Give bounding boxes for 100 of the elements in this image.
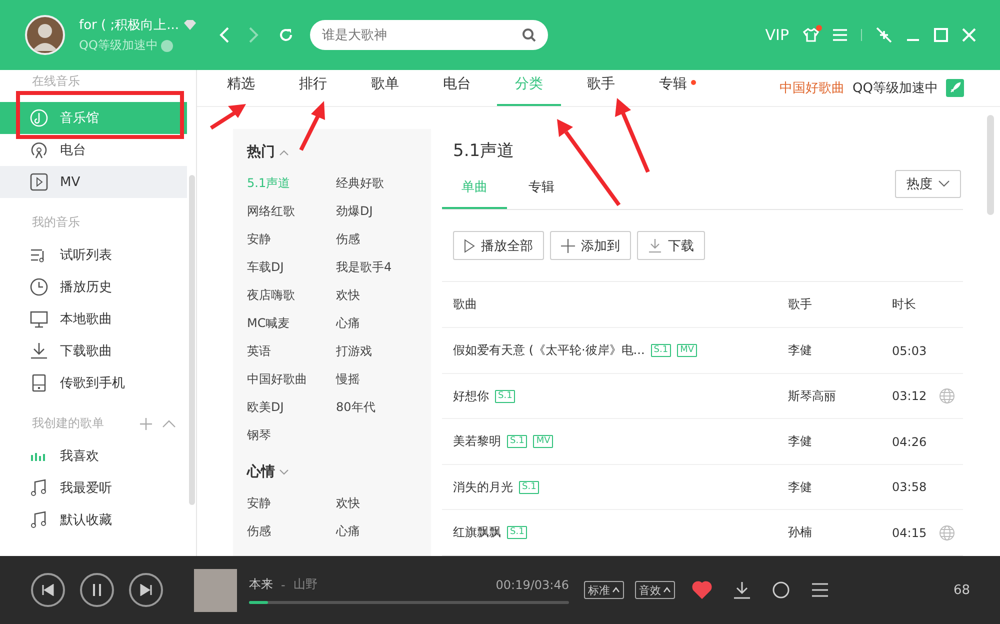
song-title[interactable]: 消失的月光 [453, 478, 513, 496]
annotation-arrow [210, 104, 246, 130]
category-heading[interactable]: 心情 [247, 463, 275, 481]
song-duration: 05:03 [892, 344, 927, 358]
sidebar-item[interactable]: 本地歌曲 [0, 303, 187, 335]
category-link[interactable]: 欧美DJ [247, 398, 284, 416]
category-link[interactable]: 安静 [247, 230, 271, 248]
category-link[interactable]: 英语 [247, 342, 271, 360]
song-title[interactable]: 本来 [249, 576, 273, 593]
category-link[interactable]: 心痛 [336, 314, 360, 332]
nav-tab[interactable]: 歌单 [353, 70, 417, 106]
pause-button[interactable] [80, 573, 114, 607]
search-field[interactable]: 谁是大歌神 [310, 20, 548, 50]
playlist-icon[interactable] [811, 582, 829, 598]
quality-tag: MV [533, 435, 554, 448]
scrollbar[interactable] [189, 175, 195, 505]
chevron-down-icon[interactable] [279, 468, 289, 476]
search-icon[interactable] [522, 28, 536, 42]
add-icon[interactable] [140, 418, 152, 430]
action-button[interactable]: 添加到 [550, 231, 631, 260]
clock-icon [30, 278, 48, 296]
download-icon [30, 342, 48, 360]
sub-tab[interactable]: 专辑 [509, 169, 574, 209]
next-button[interactable] [129, 573, 163, 607]
category-link[interactable]: 80年代 [336, 398, 376, 416]
song-title[interactable]: 好想你 [453, 388, 489, 405]
maximize-icon[interactable] [934, 28, 948, 42]
sidebar-item[interactable]: 试听列表 [0, 239, 187, 271]
category-heading[interactable]: 热门 [247, 143, 275, 161]
category-link[interactable]: 伤感 [336, 230, 360, 248]
category-link[interactable]: 打游戏 [336, 342, 372, 360]
singer-name[interactable]: 斯琴高丽 [788, 388, 892, 405]
play-icon [464, 238, 475, 252]
sidebar-item[interactable]: 默认收藏 [0, 504, 187, 536]
previous-button[interactable] [31, 573, 65, 607]
sidebar-item[interactable]: 电台 [0, 134, 187, 166]
category-link[interactable]: 钢琴 [247, 426, 271, 444]
download-icon[interactable] [733, 581, 751, 599]
speed-link[interactable]: QQ等级加速中 [852, 79, 938, 97]
chevron-up-icon[interactable] [279, 148, 289, 156]
music-note-circle-icon [30, 109, 48, 127]
category-link[interactable]: 夜店嗨歌 [247, 286, 295, 304]
category-link[interactable]: 心痛 [336, 522, 360, 540]
device-icon [30, 374, 48, 392]
heart-icon[interactable] [692, 581, 712, 599]
playlist-count[interactable]: 68 [953, 582, 970, 598]
category-link[interactable]: 经典好歌 [336, 174, 384, 192]
close-icon[interactable] [962, 28, 976, 42]
monitor-icon [30, 310, 48, 328]
comment-icon[interactable] [772, 581, 790, 599]
collapse-icon[interactable] [162, 418, 176, 428]
sidebar-item[interactable]: 传歌到手机 [0, 367, 187, 399]
nav-tab[interactable]: 歌手 [569, 70, 633, 106]
category-link[interactable]: 中国好歌曲 [247, 370, 307, 388]
nav-tab[interactable]: 精选 [209, 70, 273, 106]
quality-button[interactable]: 标准 [584, 581, 624, 599]
song-title[interactable]: 美若黎明 [453, 433, 501, 450]
sidebar-item[interactable]: 我最爱听 [0, 472, 187, 504]
nav-tab[interactable]: 排行 [281, 70, 345, 106]
singer-name[interactable]: 李健 [788, 478, 892, 496]
category-link[interactable]: 慢摇 [336, 370, 360, 388]
refresh-icon[interactable] [278, 27, 294, 43]
singer-name[interactable]: 李健 [788, 433, 892, 450]
back-icon[interactable] [218, 26, 230, 44]
menu-icon[interactable] [833, 29, 847, 41]
nav-tab[interactable]: 专辑 [641, 70, 705, 106]
category-link[interactable]: 车载DJ [247, 258, 284, 276]
quality-tag: S.1 [507, 435, 528, 448]
singer-name[interactable]: 孙楠 [788, 524, 892, 542]
sidebar-item[interactable]: 我喜欢 [0, 440, 187, 472]
category-link[interactable]: 我是歌手4 [336, 258, 392, 276]
category-link[interactable]: 安静 [247, 494, 271, 512]
action-button[interactable]: 下载 [637, 231, 705, 260]
user-status: QQ等级加速中 [79, 37, 158, 54]
sidebar-item[interactable]: 播放历史 [0, 271, 187, 303]
action-button[interactable]: 播放全部 [453, 231, 544, 260]
avatar[interactable] [25, 15, 65, 55]
progress-track[interactable] [249, 601, 569, 604]
category-link[interactable]: 欢快 [336, 286, 360, 304]
category-link[interactable]: 劲爆DJ [336, 202, 373, 220]
chevron-down-icon [938, 180, 950, 188]
singer-name[interactable]: 李健 [788, 342, 892, 360]
nav-tab[interactable]: 电台 [425, 70, 489, 106]
column-header: 歌曲 [453, 296, 478, 314]
song-title[interactable]: 红旗飘飘 [453, 524, 501, 542]
sound-effect-button[interactable]: 音效 [635, 581, 675, 599]
sort-dropdown[interactable]: 热度 [895, 170, 961, 198]
mini-mode-icon[interactable] [876, 27, 892, 43]
category-link[interactable]: 伤感 [247, 522, 271, 540]
scrollbar[interactable] [987, 115, 994, 215]
forward-icon[interactable] [248, 26, 260, 44]
category-link[interactable]: 网络红歌 [247, 202, 295, 220]
shirt-icon[interactable] [803, 28, 819, 42]
song-title[interactable]: 假如爱有天意 (《太平轮·彼岸》电... [453, 342, 645, 360]
sidebar-item[interactable]: MV [0, 166, 187, 198]
sidebar-item[interactable]: 下载歌曲 [0, 335, 187, 367]
category-link[interactable]: 欢快 [336, 494, 360, 512]
section-heading: 我的音乐 [32, 214, 81, 231]
artist-name[interactable]: 山野 [293, 576, 318, 593]
category-link[interactable]: MC喊麦 [247, 314, 290, 332]
